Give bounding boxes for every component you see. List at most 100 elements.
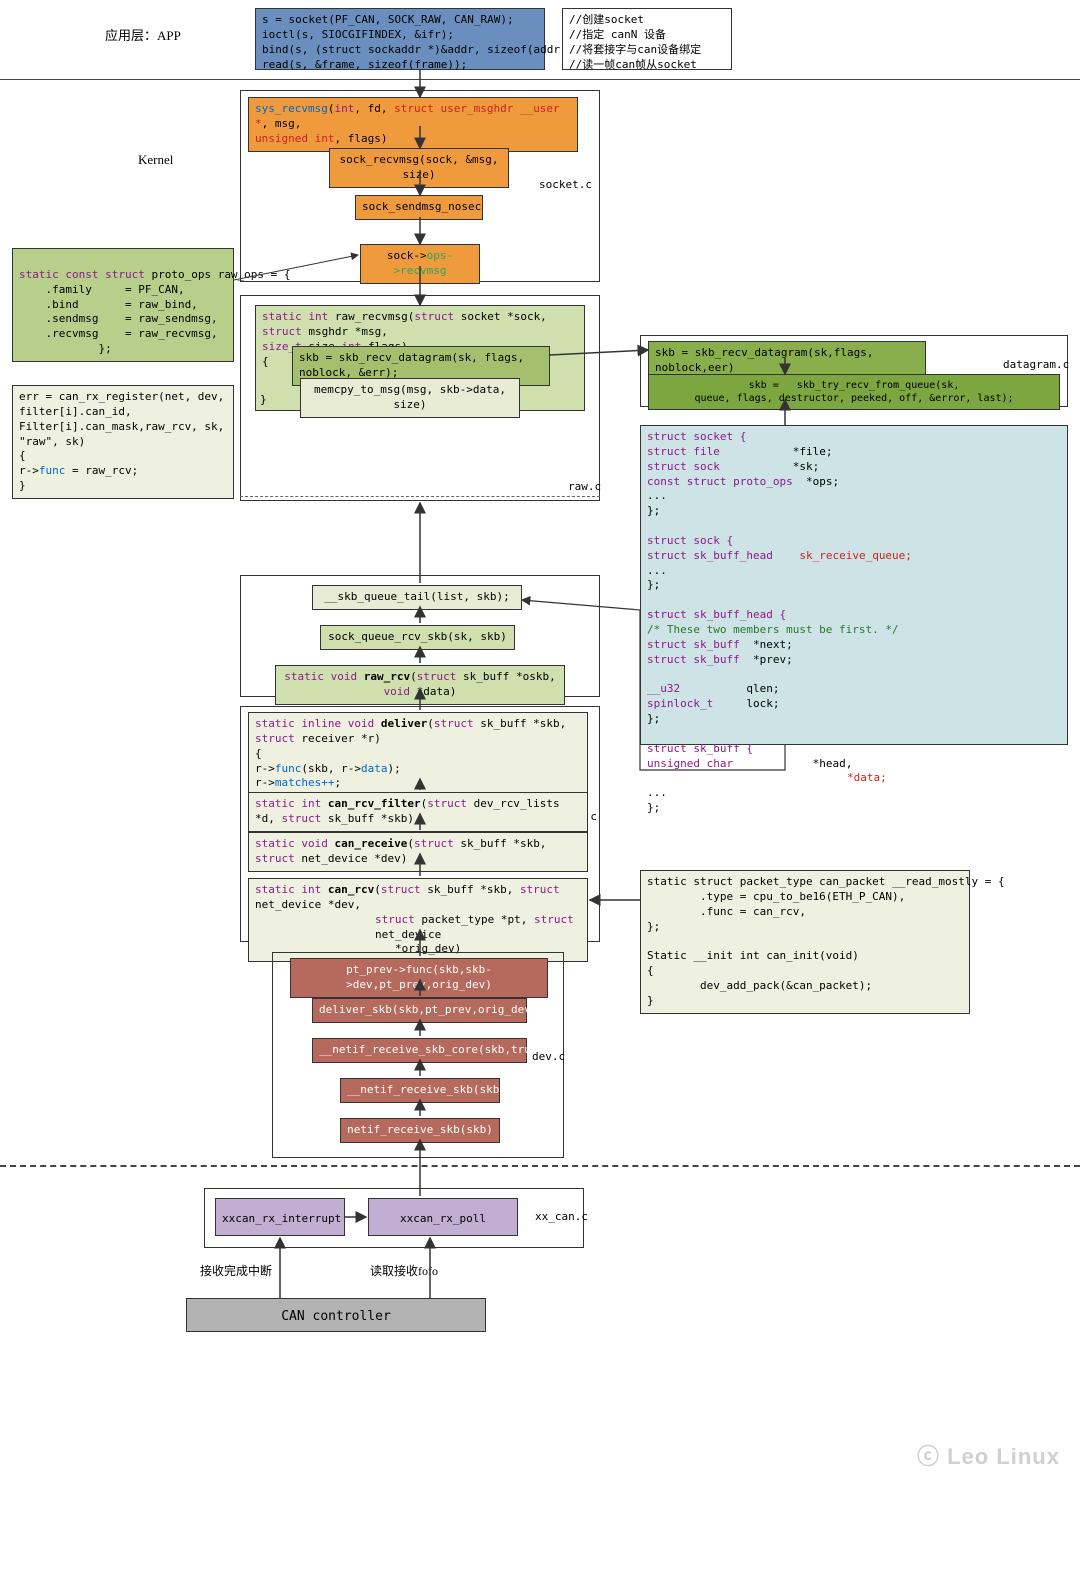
t: __u32 <box>647 682 680 695</box>
t: { <box>19 449 227 464</box>
app-code-box: s = socket(PF_CAN, SOCK_RAW, CAN_RAW); i… <box>255 8 545 70</box>
t: r->func(skb, r->data); <box>255 762 581 777</box>
t: r-> <box>19 464 39 477</box>
t: sk_buff *oskb, <box>456 670 555 683</box>
t: ( <box>427 717 434 730</box>
t: func <box>39 464 66 477</box>
t: packet_type *pt, <box>415 913 534 926</box>
t: } <box>19 479 227 494</box>
t: spinlock_t <box>647 697 713 710</box>
t: sk_buff *skb, <box>454 837 547 850</box>
t: unsigned char <box>647 757 733 770</box>
t: *head, <box>813 757 853 770</box>
t: struct <box>262 325 302 338</box>
t: void <box>384 685 411 698</box>
t: sk_receive_queue; <box>799 549 912 562</box>
t: net_device <box>375 928 441 941</box>
read-rx-fifo-label: 读取接收fofo <box>370 1262 438 1279</box>
t: ... <box>647 489 1061 504</box>
can-rcv-box: static int can_rcv(struct sk_buff *skb, … <box>248 878 588 962</box>
kernel-label: Kernel <box>138 152 173 168</box>
t: Filter[i].can_mask,raw_rcv, sk, "raw", s… <box>19 420 227 450</box>
t: unsigned int <box>255 132 334 145</box>
t: matches++ <box>275 776 335 789</box>
t: func <box>275 762 302 775</box>
label-xx-can-c: xx_can.c <box>535 1210 588 1223</box>
t: struct <box>375 913 415 926</box>
t: r->func = raw_rcv; <box>19 464 227 479</box>
t: ( <box>410 670 417 683</box>
t: static inline void <box>255 717 381 730</box>
t: const struct proto_ops *ops; <box>647 475 1061 490</box>
t: struct <box>414 310 454 323</box>
t: (skb, r-> <box>301 762 361 775</box>
pt-prev-func-box: pt_prev->func(skb,skb->dev,pt_prev,orig_… <box>290 958 548 998</box>
t: static int can_rcv(struct sk_buff *skb, … <box>255 883 581 913</box>
structs-box: struct socket { struct file *file; struc… <box>640 425 1068 745</box>
hdr: static int raw_recvmsg(struct socket *so… <box>262 310 578 340</box>
t: ; <box>334 776 341 789</box>
sock-ops-box: sock->ops->recvmsg <box>360 244 480 284</box>
t: static int <box>255 797 328 810</box>
t: *next; <box>753 638 793 651</box>
label-socket-c: socket.c <box>539 178 592 191</box>
t: raw_rcv <box>364 670 410 683</box>
t: static inline void deliver(struct sk_buf… <box>255 717 581 747</box>
t: *prev; <box>753 653 793 666</box>
t: *file; <box>793 445 833 458</box>
t: sk_buff *skb, <box>421 883 520 896</box>
sock-recvmsg-box: sock_recvmsg(sock, &msg, size) <box>329 148 509 188</box>
t: struct socket { <box>647 430 1061 445</box>
t: struct packet_type *pt, struct net_devic… <box>255 913 581 943</box>
memcpy-to-msg-box: memcpy_to_msg(msg, skb->data, size) <box>300 378 520 418</box>
t: struct <box>534 913 574 926</box>
can-rcv-filter-box: static int can_rcv_filter(struct dev_rcv… <box>248 792 588 832</box>
t: , flags) <box>334 132 387 145</box>
t: struct sk_buff { <box>647 742 1061 757</box>
t: = raw_rcv; <box>65 464 138 477</box>
t: *ops; <box>806 475 839 488</box>
proto-ops-box: static const struct proto_ops raw_ops = … <box>12 248 234 362</box>
t: static int <box>262 310 335 323</box>
t: *data) <box>410 685 456 698</box>
app-comments-box: //创建socket //指定 canN 设备 //将套接字与can设备绑定 /… <box>562 8 732 70</box>
t: r-> <box>255 776 275 789</box>
t: msghdr *msg, <box>302 325 388 338</box>
t: can_rcv <box>328 883 374 896</box>
t: }; <box>647 712 1061 727</box>
t: struct sk_buff <box>647 653 740 666</box>
t: can_receive <box>334 837 407 850</box>
t: static void <box>255 837 334 850</box>
t: struct <box>255 852 295 865</box>
t: struct <box>255 732 295 745</box>
sock-queue-rcv-box: sock_queue_rcv_skb(sk, skb) <box>320 625 515 650</box>
t: r->matches++; <box>255 776 581 791</box>
t: struct sk_buff <box>647 638 740 651</box>
netif-core-box: __netif_receive_skb_core(skb,true) <box>312 1038 527 1063</box>
t: }; <box>647 578 1061 593</box>
t: static int <box>255 883 328 896</box>
t: __u32 qlen; <box>647 682 1061 697</box>
t: socket *sock, <box>454 310 547 323</box>
t: ... <box>647 786 1061 801</box>
t: r-> <box>255 762 275 775</box>
t: net_device *dev, <box>255 898 361 911</box>
t: } <box>260 393 267 408</box>
t: ); <box>387 762 400 775</box>
divider-kernel-driver-dash <box>0 1165 1080 1167</box>
t: ... <box>647 564 1061 579</box>
rx-done-irq-label: 接收完成中断 <box>200 1262 272 1279</box>
t: lock; <box>746 697 779 710</box>
t: err = can_rx_register(net, dev, filter[i… <box>19 390 227 420</box>
xxcan-poll-box: xxcan_rx_poll <box>368 1198 518 1236</box>
t: struct <box>434 717 474 730</box>
packet-type-box: static struct packet_type can_packet __r… <box>640 870 970 1014</box>
t: struct sock *sk; <box>647 460 1061 475</box>
t: *data; <box>647 771 1061 786</box>
watermark: ⓒ Leo Linux <box>917 1439 1060 1471</box>
t: sk_buff *skb, <box>474 717 567 730</box>
t: receiver *r) <box>295 732 381 745</box>
t: const struct proto_ops <box>647 475 793 488</box>
t: *sk; <box>793 460 820 473</box>
t: can_rcv_filter <box>328 797 421 810</box>
